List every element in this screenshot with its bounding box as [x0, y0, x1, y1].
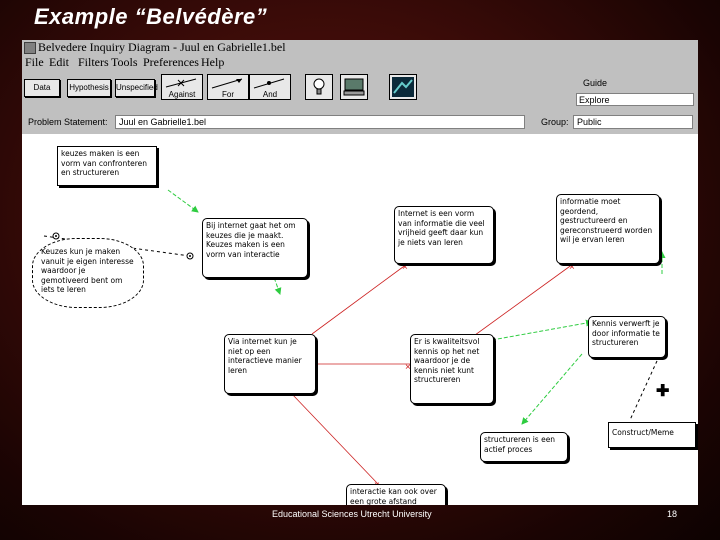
page-number: 18	[667, 509, 678, 519]
and-label: And	[262, 90, 278, 99]
for-link	[167, 189, 199, 213]
menu-tools[interactable]: Tools	[111, 55, 138, 70]
window-titlebar: Belvedere Inquiry Diagram - Juul en Gabr…	[22, 40, 698, 54]
against-link	[311, 263, 408, 335]
plus-marker: ✚	[656, 383, 669, 400]
against-arrow-icon	[165, 78, 197, 88]
lightbulb-icon[interactable]	[305, 74, 333, 100]
guide-label: Guide	[583, 78, 608, 88]
against-label: Against	[168, 90, 196, 99]
menu-help[interactable]: Help	[201, 55, 224, 70]
and-link-button[interactable]: And	[249, 74, 291, 100]
menu-edit[interactable]: Edit	[49, 55, 69, 70]
for-link	[521, 353, 583, 425]
menu-preferences[interactable]: Preferences	[143, 55, 199, 70]
node-via-internet[interactable]: Via internet kun je niet op een interact…	[224, 334, 316, 394]
diagram-canvas[interactable]: × × × × ✚ keuzes maken is een vorm van c…	[22, 134, 698, 505]
browser-icon[interactable]	[389, 74, 417, 100]
node-kennis-verwerven[interactable]: Kennis verwerft je door informatie te st…	[588, 316, 666, 358]
and-arrow-icon	[253, 78, 285, 89]
lightbulb-glyph	[313, 78, 325, 95]
hypothesis-button[interactable]: Hypothesis	[67, 79, 111, 97]
data-button[interactable]: Data	[24, 79, 60, 97]
guide-select[interactable]: Explore	[576, 93, 694, 106]
node-internet-keuzes[interactable]: Bij internet gaat het om keuzes die je m…	[202, 218, 308, 278]
against-link-button[interactable]: Against	[161, 74, 203, 100]
node-keuzes-interesse[interactable]: Keuzes kun je maken vanuit je eigen inte…	[32, 238, 144, 308]
belvedere-window: Belvedere Inquiry Diagram - Juul en Gabr…	[22, 40, 698, 505]
slide-footer: Educational Sciences Utrecht University	[272, 509, 432, 519]
computer-glyph	[343, 78, 365, 96]
browser-glyph	[392, 77, 414, 97]
node-construct-meme[interactable]: Construct/Meme	[608, 422, 696, 448]
node-informatie-ordenen[interactable]: informatie moet geordend, gestructureerd…	[556, 194, 660, 264]
node-kwaliteit-kennis[interactable]: Er is kwaliteitsvol kennis op het net wa…	[410, 334, 494, 404]
node-interactie-afstand[interactable]: interactie kan ook over een grote afstan…	[346, 484, 446, 505]
unspecified-button[interactable]: Unspecified	[115, 79, 158, 97]
against-link	[291, 393, 379, 485]
group-field[interactable]: Public	[573, 115, 693, 129]
menu-filters[interactable]: Filters	[78, 55, 109, 70]
problem-statement-label: Problem Statement:	[28, 117, 108, 127]
for-arrow-icon	[211, 78, 243, 89]
group-label: Group:	[541, 117, 569, 127]
window-title: Belvedere Inquiry Diagram - Juul en Gabr…	[38, 40, 286, 54]
and-marker	[189, 255, 191, 257]
node-internet-vrijheid[interactable]: Internet is een vorm van informatie die …	[394, 206, 494, 264]
for-link-button[interactable]: For	[207, 74, 249, 100]
node-actief-proces[interactable]: structureren is een actief proces	[480, 432, 568, 462]
computer-icon[interactable]	[340, 74, 368, 100]
for-label: For	[222, 90, 234, 99]
menu-file[interactable]: File	[25, 55, 44, 70]
node-confronteren[interactable]: keuzes maken is een vorm van confrontere…	[57, 146, 157, 186]
menu-bar: File Edit Filters Tools Preferences Help	[22, 55, 698, 69]
and-marker	[55, 235, 57, 237]
for-link	[491, 319, 593, 341]
problem-statement-field[interactable]: Juul en Gabrielle1.bel	[115, 115, 525, 129]
system-menu-icon[interactable]	[24, 42, 36, 54]
slide-title: Example “Belvédère”	[34, 4, 268, 29]
